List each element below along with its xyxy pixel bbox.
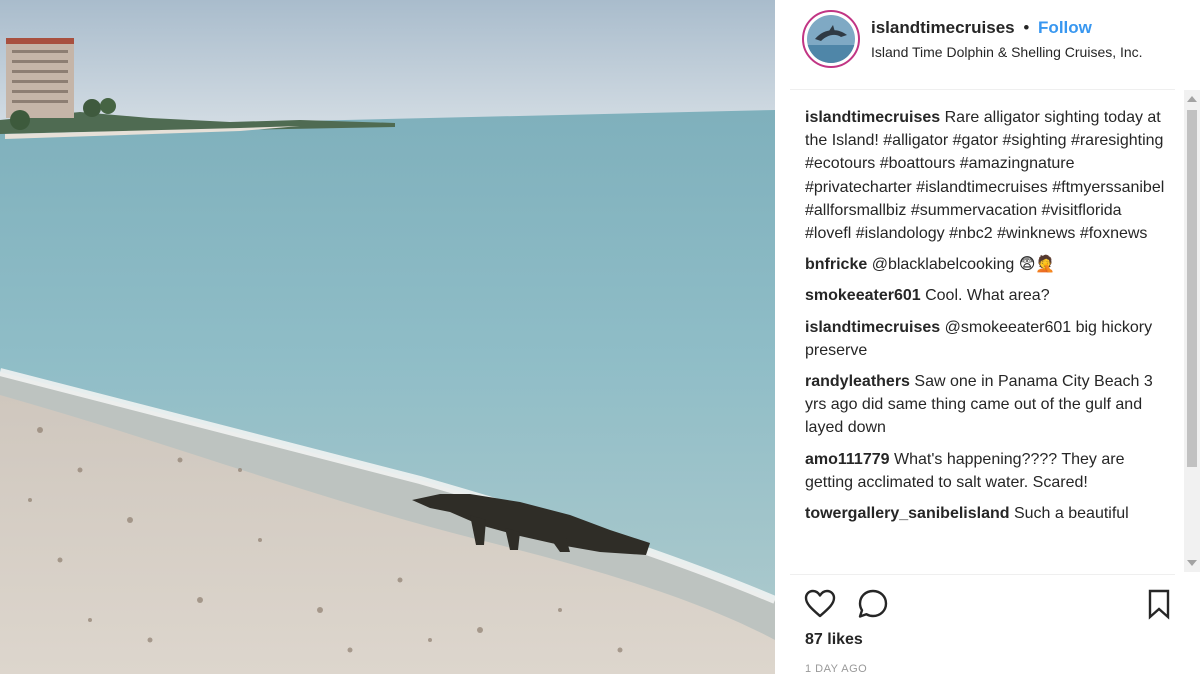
scroll-down-icon[interactable]: [1187, 560, 1197, 566]
comment-username[interactable]: amo111779: [805, 451, 890, 468]
bookmark-icon[interactable]: [1141, 586, 1177, 622]
comments-scrollbar[interactable]: [1184, 90, 1200, 572]
comment-item: islandtimecruises Rare alligator sightin…: [805, 106, 1165, 245]
scroll-up-icon[interactable]: [1187, 96, 1197, 102]
follow-button[interactable]: Follow: [1038, 18, 1092, 37]
comment-username[interactable]: islandtimecruises: [805, 109, 940, 126]
comment-item: islandtimecruises @smokeeater601 big hic…: [805, 316, 1165, 362]
comment-username[interactable]: randyleathers: [805, 373, 910, 390]
heart-outline-icon[interactable]: [802, 586, 838, 622]
comment-username[interactable]: towergallery_sanibelisland: [805, 505, 1010, 522]
header-divider: [790, 89, 1175, 90]
comment-item: towergallery_sanibelisland Such a beauti…: [805, 502, 1165, 525]
location-link[interactable]: Island Time Dolphin & Shelling Cruises, …: [871, 44, 1143, 60]
comment-username[interactable]: islandtimecruises: [805, 319, 940, 336]
comment-text: Such a beautiful: [1013, 505, 1129, 523]
dolphin-avatar-icon: [807, 15, 855, 63]
comment-text: @blacklabelcooking 😨🤦: [871, 256, 1056, 274]
separator-dot: •: [1023, 18, 1030, 37]
comment-item: amo111779 What's happening???? They are …: [805, 448, 1165, 494]
post-username[interactable]: islandtimecruises: [871, 18, 1015, 37]
action-bar: [775, 582, 1185, 626]
comment-item: bnfricke @blacklabelcooking 😨🤦: [805, 253, 1165, 276]
avatar[interactable]: [802, 10, 860, 68]
post-side-panel: islandtimecruises • Follow Island Time D…: [775, 0, 1200, 675]
comments-list[interactable]: islandtimecruises Rare alligator sightin…: [805, 106, 1165, 568]
comment-username[interactable]: bnfricke: [805, 256, 867, 273]
scroll-thumb[interactable]: [1187, 110, 1197, 467]
likes-count[interactable]: 87 likes: [805, 631, 863, 649]
beach-alligator-image: [0, 0, 775, 674]
speech-bubble-icon[interactable]: [855, 586, 891, 622]
comment-text: Rare alligator sighting today at the Isl…: [805, 109, 1165, 243]
comment-item: randyleathers Saw one in Panama City Bea…: [805, 370, 1165, 440]
username-row: islandtimecruises • Follow: [871, 18, 1092, 38]
comment-username[interactable]: smokeeater601: [805, 287, 921, 304]
post-header: islandtimecruises • Follow Island Time D…: [775, 0, 1175, 88]
comment-item: smokeeater601 Cool. What area?: [805, 284, 1165, 307]
comment-text: Cool. What area?: [925, 287, 1050, 305]
post-photo[interactable]: [0, 0, 775, 674]
actions-divider: [790, 574, 1175, 575]
post-timestamp: 1 DAY AGO: [805, 663, 868, 675]
